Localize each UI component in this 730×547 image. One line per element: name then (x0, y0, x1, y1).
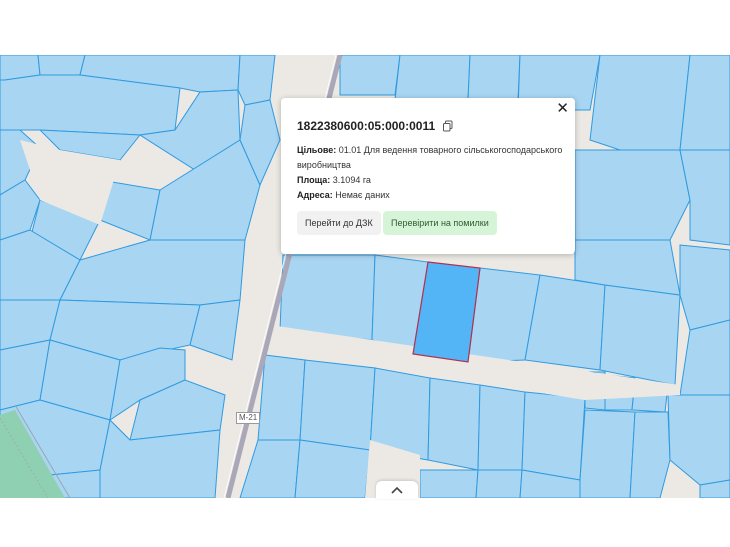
address-row: Адреса: Немає даних (297, 188, 565, 203)
chevron-up-icon (391, 486, 403, 494)
check-errors-button[interactable]: Перевірити на помилки (383, 211, 497, 235)
collapse-panel-button[interactable] (376, 481, 418, 499)
cadastral-number: 1822380600:05:000:0011 (297, 119, 436, 133)
area-row: Площа: 3.1094 га (297, 173, 565, 188)
address-label: Адреса: (297, 190, 333, 200)
address-value: Немає даних (335, 190, 390, 200)
purpose-row: Цільове: 01.01 Для ведення товарного сіл… (297, 143, 565, 173)
area-value: 3.1094 га (332, 175, 371, 185)
copy-icon[interactable] (442, 120, 454, 132)
purpose-value: 01.01 Для ведення товарного сільськогосп… (297, 145, 563, 170)
parcel-details: Цільове: 01.01 Для ведення товарного сіл… (297, 143, 565, 203)
parcel-info-popup: ✕ 1822380600:05:000:0011 Цільове: 01.01 … (281, 98, 575, 254)
close-icon[interactable]: ✕ (556, 100, 569, 118)
go-to-dzk-button[interactable]: Перейти до ДЗК (297, 211, 381, 235)
area-label: Площа: (297, 175, 331, 185)
parcel-title-row: 1822380600:05:000:0011 (297, 119, 454, 133)
road-label: M-21 (236, 412, 261, 424)
purpose-label: Цільове: (297, 145, 337, 155)
